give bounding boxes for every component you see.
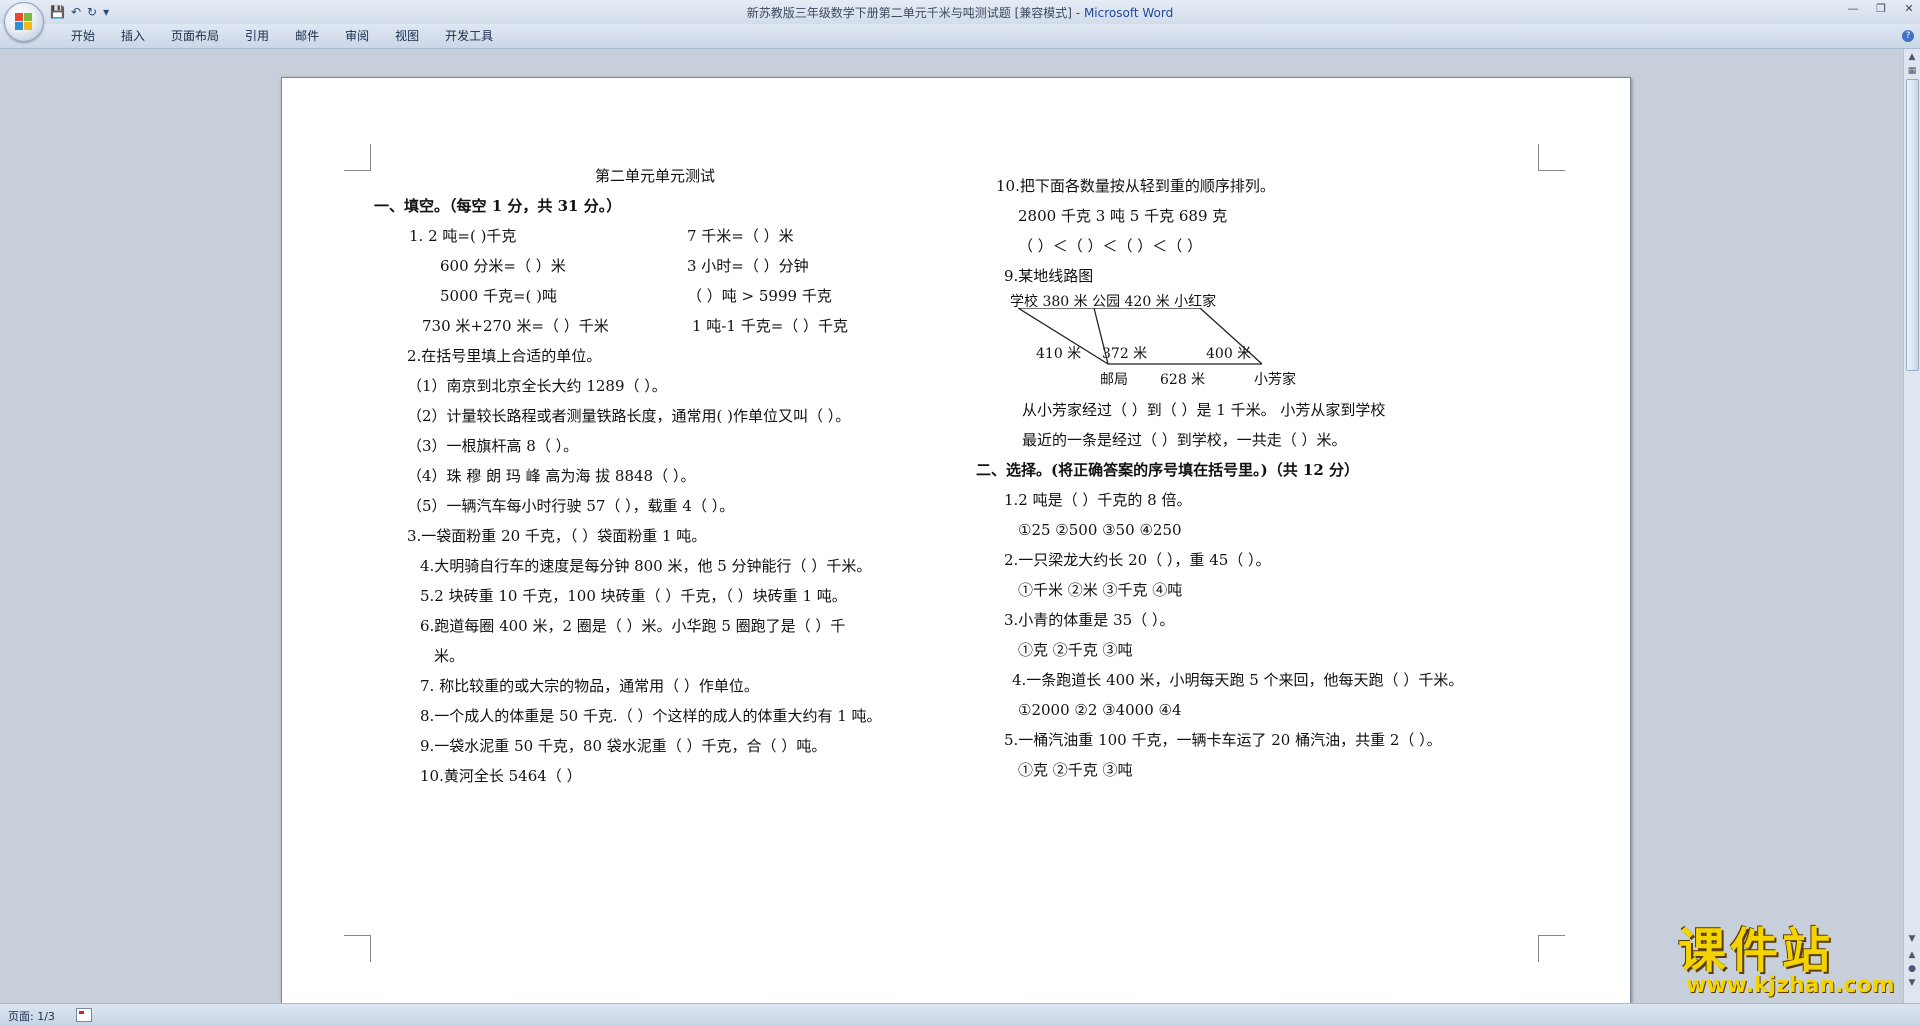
crop-mark-top-right [1538, 144, 1565, 171]
question-line: 从小芳家经过（ ）到（ ）是 1 千米。 小芳从家到学校 [1022, 401, 1386, 419]
tab-home[interactable]: 开始 [58, 24, 108, 48]
question-line: 1.2 吨是（ ）千克的 8 倍。 [1004, 491, 1192, 509]
question-line: （4）珠 穆 朗 玛 峰 高为海 拔 8848（ ）。 [407, 467, 696, 485]
question-line: （ ）＜（ ）＜（ ）＜（ ） [1018, 237, 1203, 255]
crop-mark-bottom-right [1538, 935, 1565, 962]
title-separator: - [1071, 6, 1084, 20]
close-icon[interactable]: ✕ [1902, 2, 1916, 15]
restore-icon[interactable]: ❐ [1874, 2, 1888, 15]
route-post-office: 邮局 [1100, 372, 1128, 388]
question-line: 2.一只梁龙大约长 20（ ），重 45（ ）。 [1004, 551, 1271, 569]
question-line: 5.一桶汽油重 100 千克，一辆卡车运了 20 桶汽油，共重 2（ ）。 [1004, 731, 1442, 749]
crop-mark-bottom-left [344, 935, 371, 962]
scroll-up-icon[interactable]: ▲ [1906, 51, 1918, 63]
scroll-down-icon[interactable]: ▼ [1906, 933, 1918, 945]
question-line: 7. 称比较重的或大宗的物品，通常用（ ）作单位。 [420, 677, 759, 695]
question-line: 2800 千克 3 吨 5 千克 689 克 [1018, 207, 1228, 225]
question-line: （5）一辆汽车每小时行驶 57（ ），载重 4（ ）。 [407, 497, 735, 515]
question-line: 6.跑道每圈 400 米，2 圈是（ ）米。小华跑 5 圈跑了是（ ）千 [420, 617, 846, 635]
watermark-url: www.kjzhan.com [1686, 973, 1895, 998]
route-label-bottom: 628 米 [1160, 372, 1206, 388]
answer-options: ①克 ②千克 ③吨 [1018, 761, 1133, 779]
question-line: 9.某地线路图 [1004, 267, 1094, 285]
tab-review[interactable]: 审阅 [332, 24, 382, 48]
question-line: 5000 千克=( )吨 [440, 287, 557, 305]
proofing-icon[interactable] [76, 1008, 92, 1022]
ruler-toggle-icon[interactable]: ▦ [1906, 65, 1918, 77]
exam-title: 第二单元单元测试 [595, 167, 716, 185]
question-line: 730 米+270 米=（ ）千米 [422, 317, 609, 335]
question-line: 4.一条跑道长 400 米，小明每天跑 5 个来回，他每天跑（ ）千米。 [1012, 671, 1464, 689]
tab-insert[interactable]: 插入 [108, 24, 158, 48]
question-line: 5.2 块砖重 10 千克，100 块砖重（ ）千克，（ ）块砖重 1 吨。 [420, 587, 847, 605]
ribbon: 开始 插入 页面布局 引用 邮件 审阅 视图 开发工具 ? [0, 24, 1920, 49]
title-bar: 💾 ↶ ↻ ▾ 新苏教版三年级数学下册第二单元千米与吨测试题 [兼容模式] - … [0, 0, 1920, 42]
document-area: 第二单元单元测试 一、填空。（每空 1 分，共 31 分。） 1. 2 吨=( … [0, 49, 1904, 1003]
app-name: Microsoft Word [1083, 6, 1174, 20]
tab-view[interactable]: 视图 [382, 24, 432, 48]
watermark-title: 课件站 [1678, 923, 1835, 979]
question-line: 3 小时=（ ）分钟 [687, 257, 809, 275]
answer-options: ①25 ②500 ③50 ④250 [1018, 521, 1182, 539]
minimize-icon[interactable]: — [1846, 2, 1860, 15]
previous-page-icon[interactable]: ▲ [1906, 949, 1918, 961]
scroll-thumb[interactable] [1906, 79, 1919, 371]
route-label-left: 410 米 [1036, 346, 1082, 362]
answer-options: ①克 ②千克 ③吨 [1018, 641, 1133, 659]
route-label-right: 400 米 [1206, 346, 1252, 362]
question-line: 8.一个成人的体重是 50 千克.（ ）个这样的成人的体重大约有 1 吨。 [420, 707, 882, 725]
office-logo-icon [15, 13, 33, 31]
browse-object-icon[interactable]: ● [1906, 963, 1918, 975]
question-line: 1 吨-1 千克=（ ）千克 [692, 317, 849, 335]
question-line: 4.大明骑自行车的速度是每分钟 800 米，他 5 分钟能行（ ）千米。 [420, 557, 872, 575]
office-button[interactable] [4, 2, 44, 42]
question-line: 1. 2 吨=( )千克 [409, 227, 517, 245]
section-heading: 一、填空。（每空 1 分，共 31 分。） [374, 197, 622, 215]
question-line: 米。 [434, 647, 465, 665]
document-page[interactable]: 第二单元单元测试 一、填空。（每空 1 分，共 31 分。） 1. 2 吨=( … [281, 77, 1631, 1003]
question-line: 10.黄河全长 5464（ ） [420, 767, 582, 785]
question-line: 3.一袋面粉重 20 千克，（ ）袋面粉重 1 吨。 [407, 527, 707, 545]
watermark-logo: 课件站 www.kjzhan.com [1670, 925, 1900, 997]
crop-mark-top-left [344, 144, 371, 171]
question-line: （1）南京到北京全长大约 1289（ ）。 [407, 377, 667, 395]
page-indicator[interactable]: 页面: 1/3 [8, 1008, 55, 1024]
status-bar: 页面: 1/3 [0, 1003, 1920, 1026]
section-heading: 二、选择。(将正确答案的序号填在括号里。)（共 12 分） [976, 461, 1360, 479]
route-label-mid: 372 米 [1102, 346, 1148, 362]
vertical-scrollbar[interactable]: ▲ ▦ ▼ ▲ ● ▼ [1903, 49, 1920, 1003]
ribbon-tabs: 开始 插入 页面布局 引用 邮件 审阅 视图 开发工具 [58, 24, 506, 48]
question-line: 9.一袋水泥重 50 千克，80 袋水泥重（ ）千克，合（ ）吨。 [420, 737, 827, 755]
question-line: （ ）吨 > 5999 千克 [687, 287, 832, 305]
help-icon[interactable]: ? [1902, 30, 1914, 42]
question-line: （3）一根旗杆高 8（ ）。 [407, 437, 579, 455]
tab-references[interactable]: 引用 [232, 24, 282, 48]
question-line: 10.把下面各数量按从轻到重的顺序排列。 [996, 177, 1275, 195]
route-xiaofang-home: 小芳家 [1254, 372, 1296, 388]
window-title: 新苏教版三年级数学下册第二单元千米与吨测试题 [兼容模式] - Microsof… [0, 4, 1920, 21]
answer-options: ①2000 ②2 ③4000 ④4 [1018, 701, 1182, 719]
window-controls: — ❐ ✕ [1846, 2, 1916, 15]
next-page-icon[interactable]: ▼ [1906, 977, 1918, 989]
answer-options: ①千米 ②米 ③千克 ④吨 [1018, 581, 1183, 599]
tab-page-layout[interactable]: 页面布局 [158, 24, 232, 48]
question-line: 7 千米=（ ）米 [687, 227, 794, 245]
question-line: 2.在括号里填上合适的单位。 [407, 347, 602, 365]
question-line: 最近的一条是经过（ ）到学校，一共走（ ）米。 [1022, 431, 1347, 449]
tab-developer[interactable]: 开发工具 [432, 24, 506, 48]
tab-mailings[interactable]: 邮件 [282, 24, 332, 48]
question-line: 3.小青的体重是 35（ ）。 [1004, 611, 1175, 629]
document-title: 新苏教版三年级数学下册第二单元千米与吨测试题 [兼容模式] [746, 6, 1072, 20]
question-line: （2）计量较长路程或者测量铁路长度，通常用( )作单位又叫（ ）。 [407, 407, 851, 425]
question-line: 600 分米=（ ）米 [440, 257, 566, 275]
